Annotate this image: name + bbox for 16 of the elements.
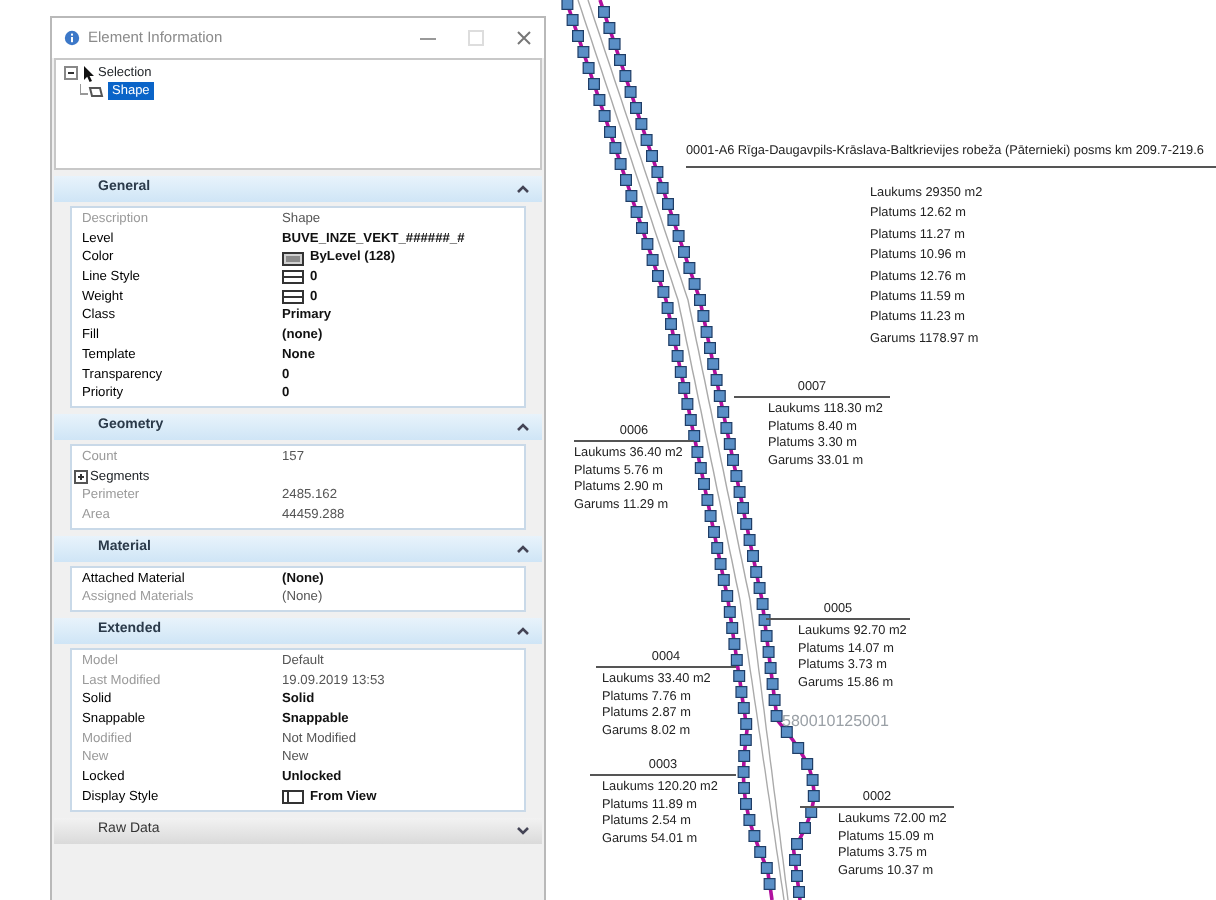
expand-chevron-icon[interactable] [516, 825, 530, 835]
collapse-chevron-icon[interactable] [516, 626, 530, 636]
collapse-chevron-icon[interactable] [516, 543, 530, 554]
collapse-chevron-icon[interactable] [516, 421, 530, 432]
collapse-chevron-icon[interactable] [516, 184, 530, 194]
close-icon[interactable] [516, 30, 532, 46]
color-swatch-icon [282, 251, 304, 266]
collapse-icon[interactable] [64, 66, 78, 80]
info-icon [64, 30, 80, 46]
expand-icon[interactable] [74, 469, 88, 484]
shape-icon [80, 83, 104, 99]
pointer-icon [82, 65, 94, 81]
display-style-icon [282, 790, 304, 805]
element-id-text: 580010125001 [782, 710, 889, 734]
line-style-icon [282, 290, 304, 305]
line-style-icon [282, 270, 304, 285]
